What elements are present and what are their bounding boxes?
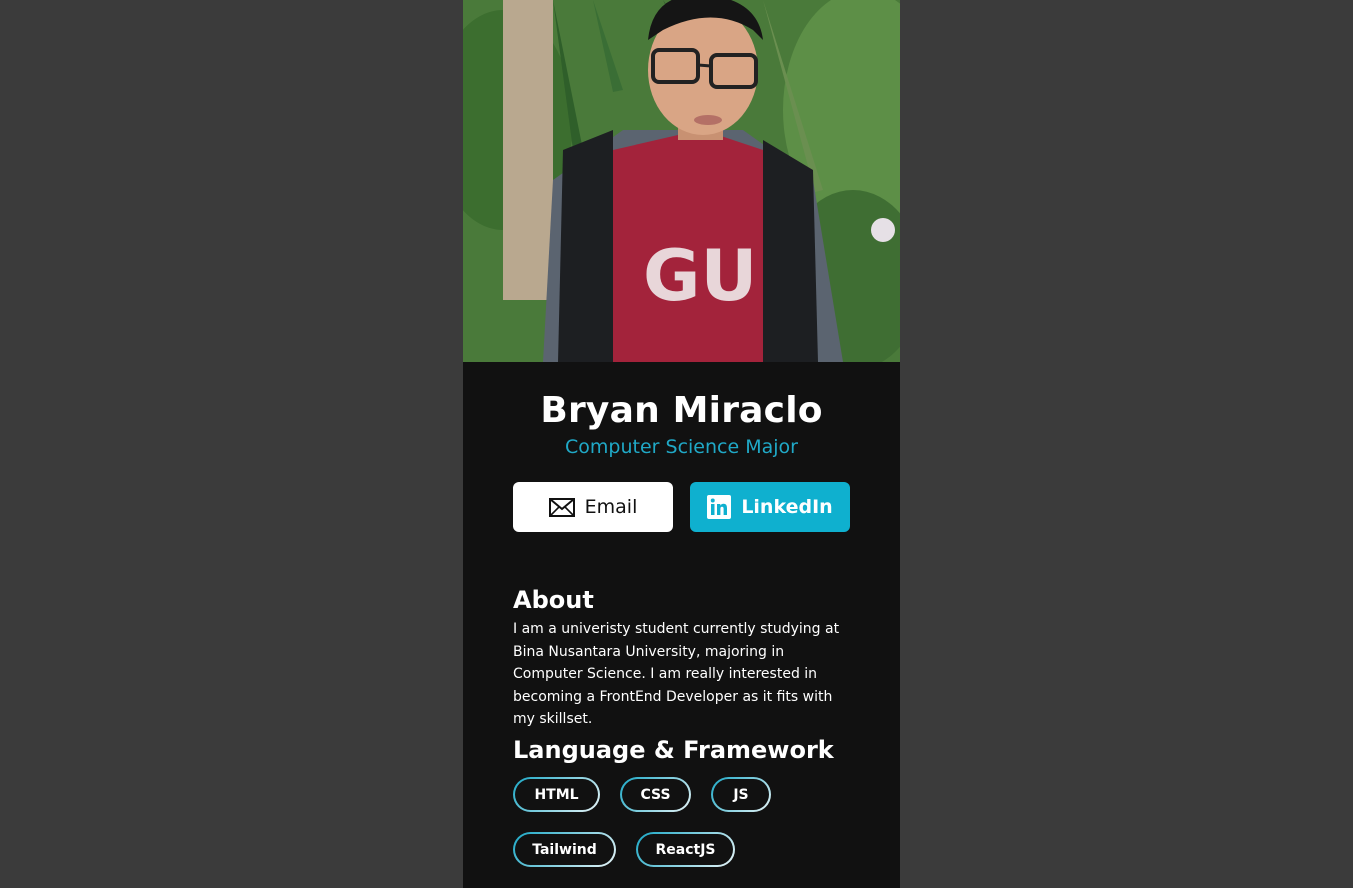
linkedin-button[interactable]: LinkedIn <box>690 482 850 532</box>
svg-text:GU: GU <box>643 235 757 317</box>
skill-tag: JS <box>711 777 771 812</box>
envelope-icon <box>548 497 575 517</box>
linkedin-button-label: LinkedIn <box>741 496 833 518</box>
about-heading: About <box>513 586 594 614</box>
linkedin-icon <box>707 495 732 519</box>
skill-tag: HTML <box>513 777 600 812</box>
profile-role: Computer Science Major <box>565 436 798 458</box>
about-text: I am a univeristy student currently stud… <box>513 621 840 727</box>
email-button[interactable]: Email <box>513 482 673 532</box>
email-button-label: Email <box>584 496 638 518</box>
profile-card: GU Bryan Miraclo Computer Science Major … <box>463 0 900 888</box>
profile-name: Bryan Miraclo <box>540 390 823 431</box>
skill-tag: CSS <box>620 777 691 812</box>
profile-photo: GU <box>463 0 900 362</box>
skill-tag: Tailwind <box>513 832 616 867</box>
skills-heading: Language & Framework <box>513 736 834 764</box>
skill-tag: ReactJS <box>636 832 735 867</box>
